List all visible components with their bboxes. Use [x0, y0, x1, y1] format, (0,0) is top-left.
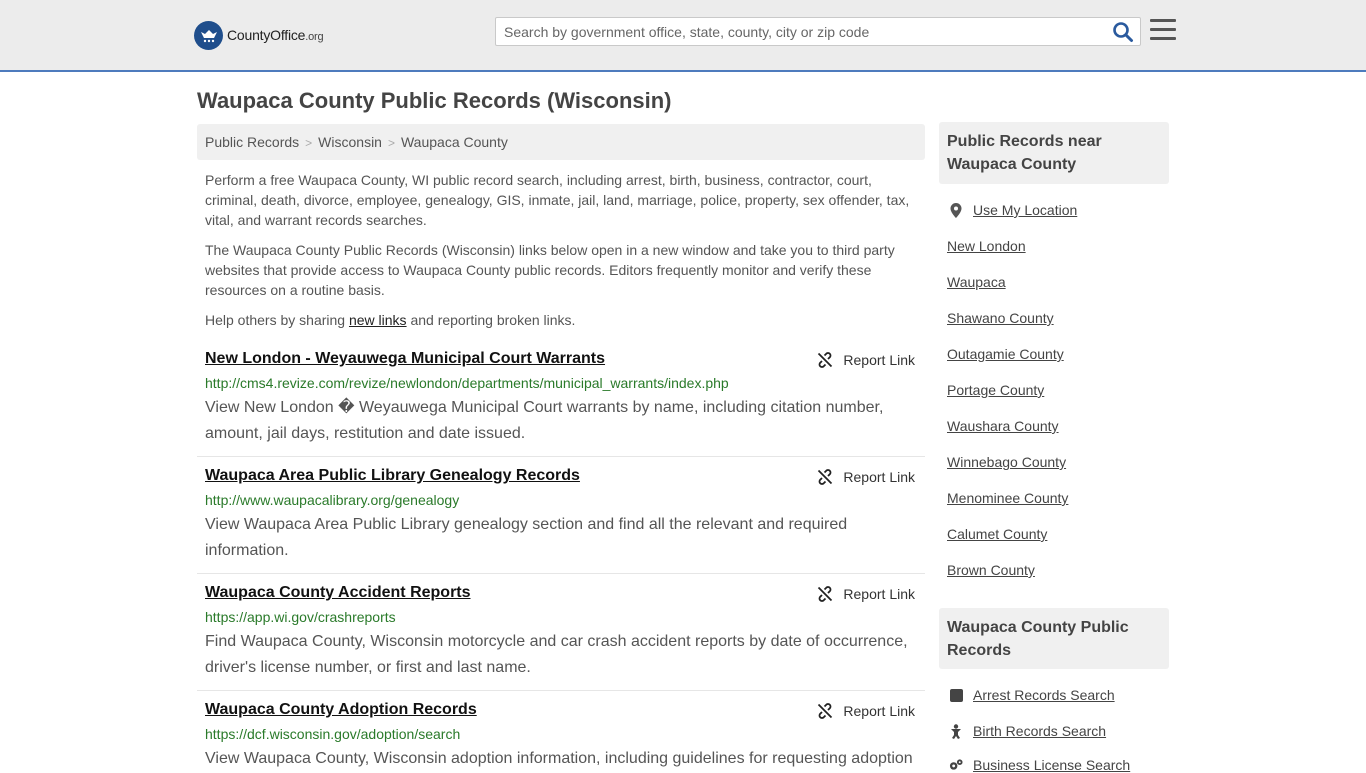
use-my-location-link[interactable]: Use My Location	[949, 202, 1077, 218]
menu-bar	[1150, 28, 1176, 31]
business-license-label: Business License Search	[973, 757, 1131, 773]
record-description: View Waupaca County, Wisconsin adoption …	[205, 750, 913, 767]
breadcrumb: Public Records > Wisconsin > Waupaca County	[197, 124, 925, 160]
report-link-label: Report Link	[843, 586, 915, 602]
page-title: Waupaca County Public Records (Wisconsin…	[197, 88, 672, 113]
help-suffix: and reporting broken links.	[406, 312, 576, 328]
logo-text: CountyOffice.org	[227, 27, 324, 43]
site-logo[interactable]: CountyOffice.org	[194, 20, 324, 50]
sidebar-near-link[interactable]: Portage County	[947, 382, 1044, 398]
sidebar-near-link[interactable]: Waupaca	[947, 274, 1006, 290]
birth-records-label: Birth Records Search	[973, 723, 1107, 739]
breadcrumb-public-records[interactable]: Public Records	[205, 134, 299, 150]
sidebar-records-heading: Waupaca County Public Records	[939, 608, 1169, 669]
new-links-link[interactable]: new links	[349, 312, 407, 328]
intro-paragraph-links: The Waupaca County Public Records (Wisco…	[205, 242, 895, 298]
record-item: New London - Weyauwega Municipal Court W…	[197, 350, 925, 457]
baby-icon	[949, 723, 963, 739]
record-title-link[interactable]: New London - Weyauwega Municipal Court W…	[205, 350, 605, 368]
logo-brand: CountyOffice	[227, 27, 306, 43]
map-pin-icon	[949, 202, 963, 218]
birth-records-link[interactable]: Birth Records Search	[949, 723, 1106, 739]
broken-link-icon	[818, 586, 833, 602]
report-link-button[interactable]: Report Link	[817, 352, 915, 368]
help-prefix: Help others by sharing	[205, 312, 349, 328]
help-text: Help others by sharing new links and rep…	[205, 310, 917, 330]
menu-bar	[1150, 19, 1176, 22]
breadcrumb-current: Waupaca County	[400, 134, 508, 150]
report-link-label: Report Link	[843, 469, 915, 485]
sidebar-near-link[interactable]: New London	[947, 238, 1026, 254]
broken-link-icon	[818, 352, 833, 368]
arrest-records-label: Arrest Records Search	[973, 687, 1115, 703]
use-my-location-label: Use My Location	[973, 202, 1078, 218]
sidebar-near-link[interactable]: Menominee County	[947, 490, 1068, 506]
arrest-square-icon	[949, 688, 963, 702]
search-input[interactable]	[496, 18, 1096, 45]
intro-paragraph: Perform a free Waupaca County, WI public…	[205, 172, 910, 228]
report-link-label: Report Link	[843, 703, 915, 719]
menu-bar	[1150, 37, 1176, 40]
breadcrumb-separator: >	[387, 136, 395, 150]
hamburger-menu-icon[interactable]	[1150, 19, 1176, 43]
record-url[interactable]: http://www.waupacalibrary.org/genealogy	[205, 492, 459, 508]
breadcrumb-wisconsin[interactable]: Wisconsin	[318, 134, 382, 150]
record-item: Waupaca Area Public Library Genealogy Re…	[197, 467, 925, 574]
record-title-link[interactable]: Waupaca County Adoption Records	[205, 701, 477, 719]
record-description: View Waupaca Area Public Library genealo…	[205, 516, 848, 559]
report-link-button[interactable]: Report Link	[817, 586, 915, 602]
report-link-button[interactable]: Report Link	[817, 703, 915, 719]
record-url[interactable]: http://cms4.revize.com/revize/newlondon/…	[205, 375, 729, 391]
breadcrumb-separator: >	[305, 136, 313, 150]
record-url[interactable]: https://dcf.wisconsin.gov/adoption/searc…	[205, 726, 460, 742]
logo-tld: .org	[305, 31, 324, 43]
logo-emblem-icon	[194, 20, 223, 50]
sidebar-near-heading: Public Records near Waupaca County	[939, 122, 1169, 184]
record-item: Waupaca County Accident Reports Report L…	[197, 584, 925, 691]
sidebar-near-link[interactable]: Outagamie County	[947, 346, 1064, 362]
report-link-label: Report Link	[843, 352, 915, 368]
broken-link-icon	[818, 469, 833, 485]
report-link-button[interactable]: Report Link	[817, 469, 915, 485]
sidebar-near-link[interactable]: Shawano County	[947, 310, 1054, 326]
record-url[interactable]: https://app.wi.gov/crashreports	[205, 609, 396, 625]
sidebar-near-link[interactable]: Waushara County	[947, 418, 1059, 434]
sidebar-near-link[interactable]: Winnebago County	[947, 454, 1066, 470]
sidebar-near-link[interactable]: Calumet County	[947, 526, 1047, 542]
record-title-link[interactable]: Waupaca Area Public Library Genealogy Re…	[205, 467, 580, 485]
business-license-link[interactable]: Business License Search	[949, 757, 1130, 773]
sidebar-near-link[interactable]: Brown County	[947, 562, 1035, 578]
gears-icon	[949, 758, 963, 772]
record-description: View New London � Weyauwega Municipal Co…	[205, 399, 884, 442]
broken-link-icon	[818, 703, 833, 719]
top-header: CountyOffice.org	[0, 0, 1366, 72]
record-item: Waupaca County Adoption Records Report L…	[197, 701, 925, 768]
search-box	[495, 17, 1141, 46]
arrest-records-link[interactable]: Arrest Records Search	[949, 687, 1115, 703]
record-title-link[interactable]: Waupaca County Accident Reports	[205, 584, 471, 602]
search-icon[interactable]	[1112, 21, 1134, 43]
record-description: Find Waupaca County, Wisconsin motorcycl…	[205, 633, 908, 676]
